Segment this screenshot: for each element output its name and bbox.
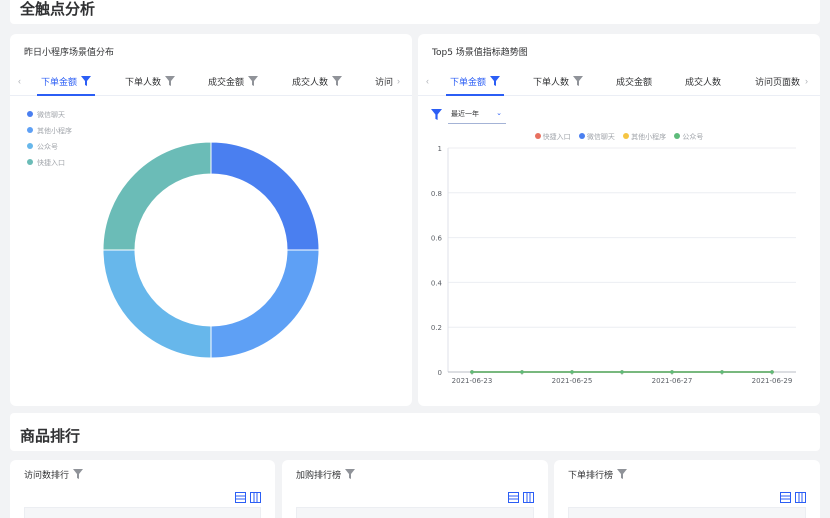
list-view-icon[interactable]: [507, 492, 519, 503]
filter-icon[interactable]: [617, 469, 628, 479]
view-toggle: [779, 490, 806, 508]
y-tick-label: 0.2: [431, 324, 442, 332]
line-chart: 0 0.2 0.4 0.6 0.8 1 2021-06-23 2021-06-25 2021-0…: [431, 145, 796, 385]
rank-card-title: 访问数排行: [24, 468, 84, 481]
section-title: 商品排行: [20, 427, 81, 445]
view-toggle: [507, 490, 534, 508]
rank-card-orders: 下单排行榜: [554, 460, 820, 518]
donut-chart: [102, 141, 320, 359]
y-tick-label: 0.8: [431, 190, 442, 198]
x-tick-label: 2021-06-23: [452, 377, 493, 385]
data-point[interactable]: [570, 370, 574, 374]
filter-icon[interactable]: [345, 469, 356, 479]
view-toggle: [234, 490, 261, 508]
scene-distribution-card: 昨日小程序场景值分布 ‹ 下单金额 下单人数 成交金额 成交人数 访问 › 微信…: [10, 34, 412, 406]
filter-icon[interactable]: [73, 469, 84, 479]
list-view-icon[interactable]: [234, 492, 246, 503]
section-header-product-ranking: 商品排行: [10, 413, 820, 451]
rank-card-title: 下单排行榜: [568, 468, 628, 481]
donut-slice[interactable]: [210, 249, 320, 359]
y-tick-label: 0.4: [431, 279, 443, 287]
data-point[interactable]: [620, 370, 624, 374]
section-title: 全触点分析: [20, 0, 96, 18]
data-point[interactable]: [520, 370, 524, 374]
grid-view-icon[interactable]: [523, 492, 534, 503]
y-tick-label: 1: [438, 145, 442, 153]
top5-trend-card: Top5 场景值指标趋势图 ‹ 下单金额 下单人数 成交金额 成交人数 访问页面…: [418, 34, 820, 406]
table-header: [296, 507, 534, 518]
section-header-touchpoints: 全触点分析: [10, 0, 820, 24]
x-tick-label: 2021-06-29: [752, 377, 793, 385]
donut-slice[interactable]: [102, 141, 212, 251]
x-tick-label: 2021-06-25: [552, 377, 593, 385]
data-point[interactable]: [770, 370, 774, 374]
rank-card-add-to-cart: 加购排行榜: [282, 460, 548, 518]
x-tick-label: 2021-06-27: [652, 377, 693, 385]
donut-slice[interactable]: [102, 249, 212, 359]
grid-view-icon[interactable]: [250, 492, 261, 503]
table-header: [568, 507, 806, 518]
data-point[interactable]: [470, 370, 474, 374]
y-tick-label: 0: [438, 369, 442, 377]
rank-card-title: 加购排行榜: [296, 468, 356, 481]
list-view-icon[interactable]: [779, 492, 791, 503]
grid-view-icon[interactable]: [795, 492, 806, 503]
data-point[interactable]: [720, 370, 724, 374]
donut-slice[interactable]: [210, 141, 320, 251]
data-point[interactable]: [670, 370, 674, 374]
table-header: [24, 507, 261, 518]
rank-card-visits: 访问数排行: [10, 460, 275, 518]
y-tick-label: 0.6: [431, 235, 443, 243]
